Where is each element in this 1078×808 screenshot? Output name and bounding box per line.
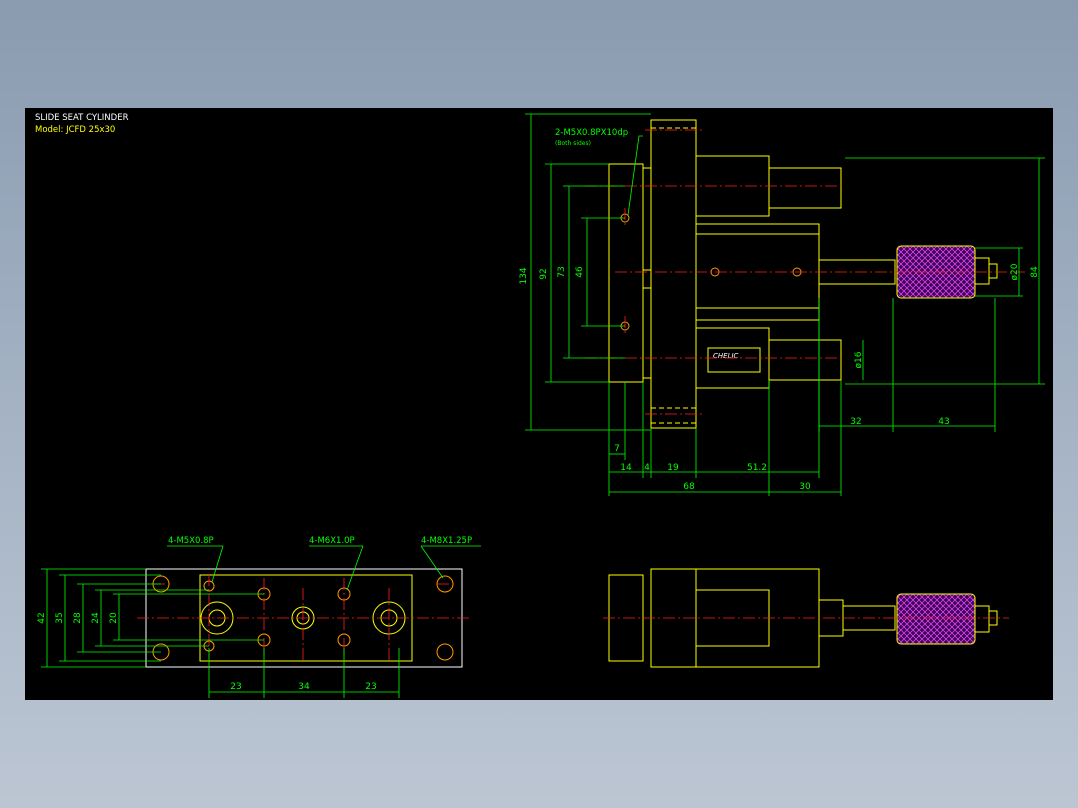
- dim-4: 4: [644, 463, 650, 473]
- dim-28: 28: [73, 612, 83, 624]
- dim-42: 42: [37, 612, 47, 623]
- lower-rod: [768, 339, 842, 381]
- dim-14: 14: [620, 463, 632, 473]
- dim-19: 19: [667, 463, 679, 473]
- dim-23-left: 23: [230, 682, 241, 692]
- dim-73: 73: [557, 266, 567, 277]
- hole-m8-4: [436, 643, 454, 661]
- front-lock-nut: [974, 605, 990, 633]
- dim-24: 24: [91, 612, 101, 624]
- lock-nut: [974, 257, 990, 285]
- dim-68: 68: [683, 482, 695, 492]
- plan-view: 4-M5X0.8P 4-M6X1.0P 4-M8X1.25P 42 35 28 …: [37, 536, 481, 698]
- dim-d16: ø16: [854, 351, 864, 368]
- dim-134: 134: [519, 267, 529, 284]
- dim-92: 92: [539, 268, 549, 279]
- dim-7: 7: [614, 444, 620, 454]
- cad-drawing: CHELIC 134 92 73 46 84 ø20 ø16 2-M5X0.8P…: [37, 113, 1045, 698]
- dim-51-2: 51.2: [747, 463, 767, 473]
- cad-viewport[interactable]: SLIDE SEAT CYLINDER Model: JCFD 25x30 CH…: [25, 108, 1053, 700]
- note-side-tap: 2-M5X0.8PX10dp: [555, 128, 628, 138]
- dim-84: 84: [1030, 266, 1040, 278]
- front-knurl: [896, 593, 976, 645]
- dim-32: 32: [850, 417, 861, 427]
- screw-tip: [988, 263, 998, 279]
- front-view: [603, 568, 1009, 668]
- dim-23-right: 23: [365, 682, 376, 692]
- side-view: CHELIC 134 92 73 46 84 ø20 ø16 2-M5X0.8P…: [519, 113, 1045, 496]
- note-hole-m8: 4-M8X1.25P: [421, 536, 472, 546]
- upper-rod: [768, 167, 842, 209]
- note-side-tap-sub: (Both sides): [555, 140, 591, 147]
- dim-20: 20: [109, 612, 119, 624]
- side-plate-left: [608, 163, 644, 383]
- dim-d20: ø20: [1010, 263, 1020, 280]
- side-body: [650, 119, 697, 429]
- note-hole-m6: 4-M6X1.0P: [309, 536, 355, 546]
- note-hole-m5: 4-M5X0.8P: [168, 536, 214, 546]
- dim-30: 30: [799, 482, 811, 492]
- dim-35: 35: [55, 612, 65, 623]
- dim-34: 34: [298, 682, 310, 692]
- brand-label: CHELIC: [713, 352, 739, 360]
- dim-43: 43: [938, 417, 949, 427]
- dim-46: 46: [575, 266, 585, 278]
